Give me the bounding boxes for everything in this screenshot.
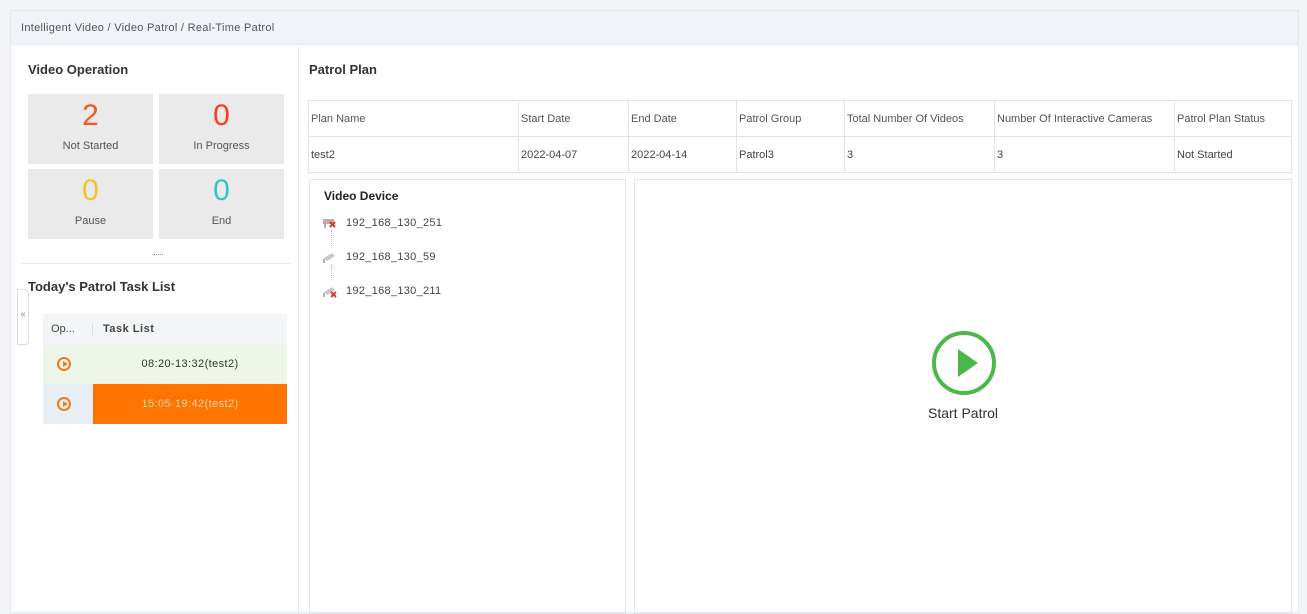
stat-not-started[interactable]: 2 Not Started <box>28 94 153 164</box>
plan-row[interactable]: test2 2022-04-07 2022-04-14 Patrol3 3 3 … <box>308 136 1292 173</box>
main-frame: Intelligent Video / Video Patrol / Real-… <box>10 10 1300 614</box>
play-icon[interactable] <box>57 357 71 371</box>
stat-label: In Progress <box>193 140 250 152</box>
stat-label: Not Started <box>62 140 119 152</box>
task-row[interactable]: 15:05-19:42(test2) <box>43 384 287 424</box>
patrol-plan-title: Patrol Plan <box>309 62 377 77</box>
device-name: 192_168_130_211 <box>346 285 442 297</box>
task-table-header: Op... Task List <box>43 314 287 344</box>
task-table: Op... Task List 08:20-13:32(test2) 15:05… <box>43 314 287 424</box>
collapse-sidebar-icon[interactable]: « <box>17 289 29 345</box>
column-task-list[interactable]: Task List <box>93 323 154 335</box>
task-op-cell <box>43 344 93 384</box>
patrol-plan-table: Plan Name Start Date End Date Patrol Gro… <box>308 100 1292 173</box>
task-time[interactable]: 15:05-19:42(test2) <box>93 384 287 424</box>
stat-label: Pause <box>74 215 107 227</box>
stat-pause[interactable]: 0 Pause <box>28 169 153 239</box>
cell-interactive-cameras: 3 <box>994 136 1175 173</box>
stat-value: 2 <box>82 99 99 132</box>
device-item[interactable]: 192_168_130_59 <box>322 250 436 264</box>
header-end-date: End Date <box>628 100 737 137</box>
cell-total-videos: 3 <box>844 136 995 173</box>
right-panel: Patrol Plan Plan Name Start Date End Dat… <box>298 47 1300 614</box>
task-op-cell <box>43 384 93 424</box>
stat-value: 0 <box>213 174 230 207</box>
start-patrol-label[interactable]: Start Patrol <box>635 405 1291 421</box>
app: Intelligent Video / Video Patrol / Real-… <box>0 0 1307 614</box>
device-name: 192_168_130_59 <box>346 251 436 263</box>
task-time[interactable]: 08:20-13:32(test2) <box>93 344 287 384</box>
stat-end[interactable]: 0 End <box>159 169 284 239</box>
cell-start-date: 2022-04-07 <box>518 136 629 173</box>
device-item[interactable]: 192_168_130_211 <box>322 284 441 298</box>
video-player-area: Start Patrol <box>634 179 1292 614</box>
stat-in-progress[interactable]: 0 In Progress <box>159 94 284 164</box>
device-name: 192_168_130_251 <box>346 217 443 229</box>
panel-splitter[interactable] <box>153 254 163 256</box>
cell-plan-status: Not Started <box>1174 136 1292 173</box>
start-patrol-play-icon[interactable] <box>932 331 996 395</box>
column-op[interactable]: Op... <box>43 323 93 335</box>
camera-icon <box>322 250 338 264</box>
header-start-date: Start Date <box>518 100 629 137</box>
camera-offline-icon <box>322 216 338 230</box>
play-icon[interactable] <box>57 397 71 411</box>
device-item[interactable]: 192_168_130_251 <box>322 216 442 230</box>
cell-end-date: 2022-04-14 <box>628 136 737 173</box>
header-plan-name: Plan Name <box>308 100 519 137</box>
left-panel: Video Operation 2 Not Started 0 In Progr… <box>21 47 291 614</box>
video-device-panel: Video Device 192_168_130_251 192_168_130… <box>309 179 626 614</box>
header-patrol-group: Patrol Group <box>736 100 845 137</box>
video-device-title: Video Device <box>324 189 399 203</box>
breadcrumb: Intelligent Video / Video Patrol / Real-… <box>11 11 1298 45</box>
header-total-videos: Total Number Of Videos <box>844 100 995 137</box>
tree-connector <box>331 230 332 246</box>
header-interactive-cameras: Number Of Interactive Cameras <box>994 100 1175 137</box>
plan-header-row: Plan Name Start Date End Date Patrol Gro… <box>308 100 1292 137</box>
stat-value: 0 <box>82 174 99 207</box>
task-row[interactable]: 08:20-13:32(test2) <box>43 344 287 384</box>
stat-label: End <box>211 215 232 227</box>
stat-value: 0 <box>213 99 230 132</box>
task-list-panel: Today's Patrol Task List Op... Task List… <box>21 263 291 614</box>
cell-plan-name: test2 <box>308 136 519 173</box>
cell-patrol-group: Patrol3 <box>736 136 845 173</box>
camera-alert-icon <box>322 284 338 298</box>
tree-connector <box>331 264 332 280</box>
task-list-title: Today's Patrol Task List <box>28 279 176 294</box>
video-operation-title: Video Operation <box>28 62 129 77</box>
header-plan-status: Patrol Plan Status <box>1174 100 1292 137</box>
